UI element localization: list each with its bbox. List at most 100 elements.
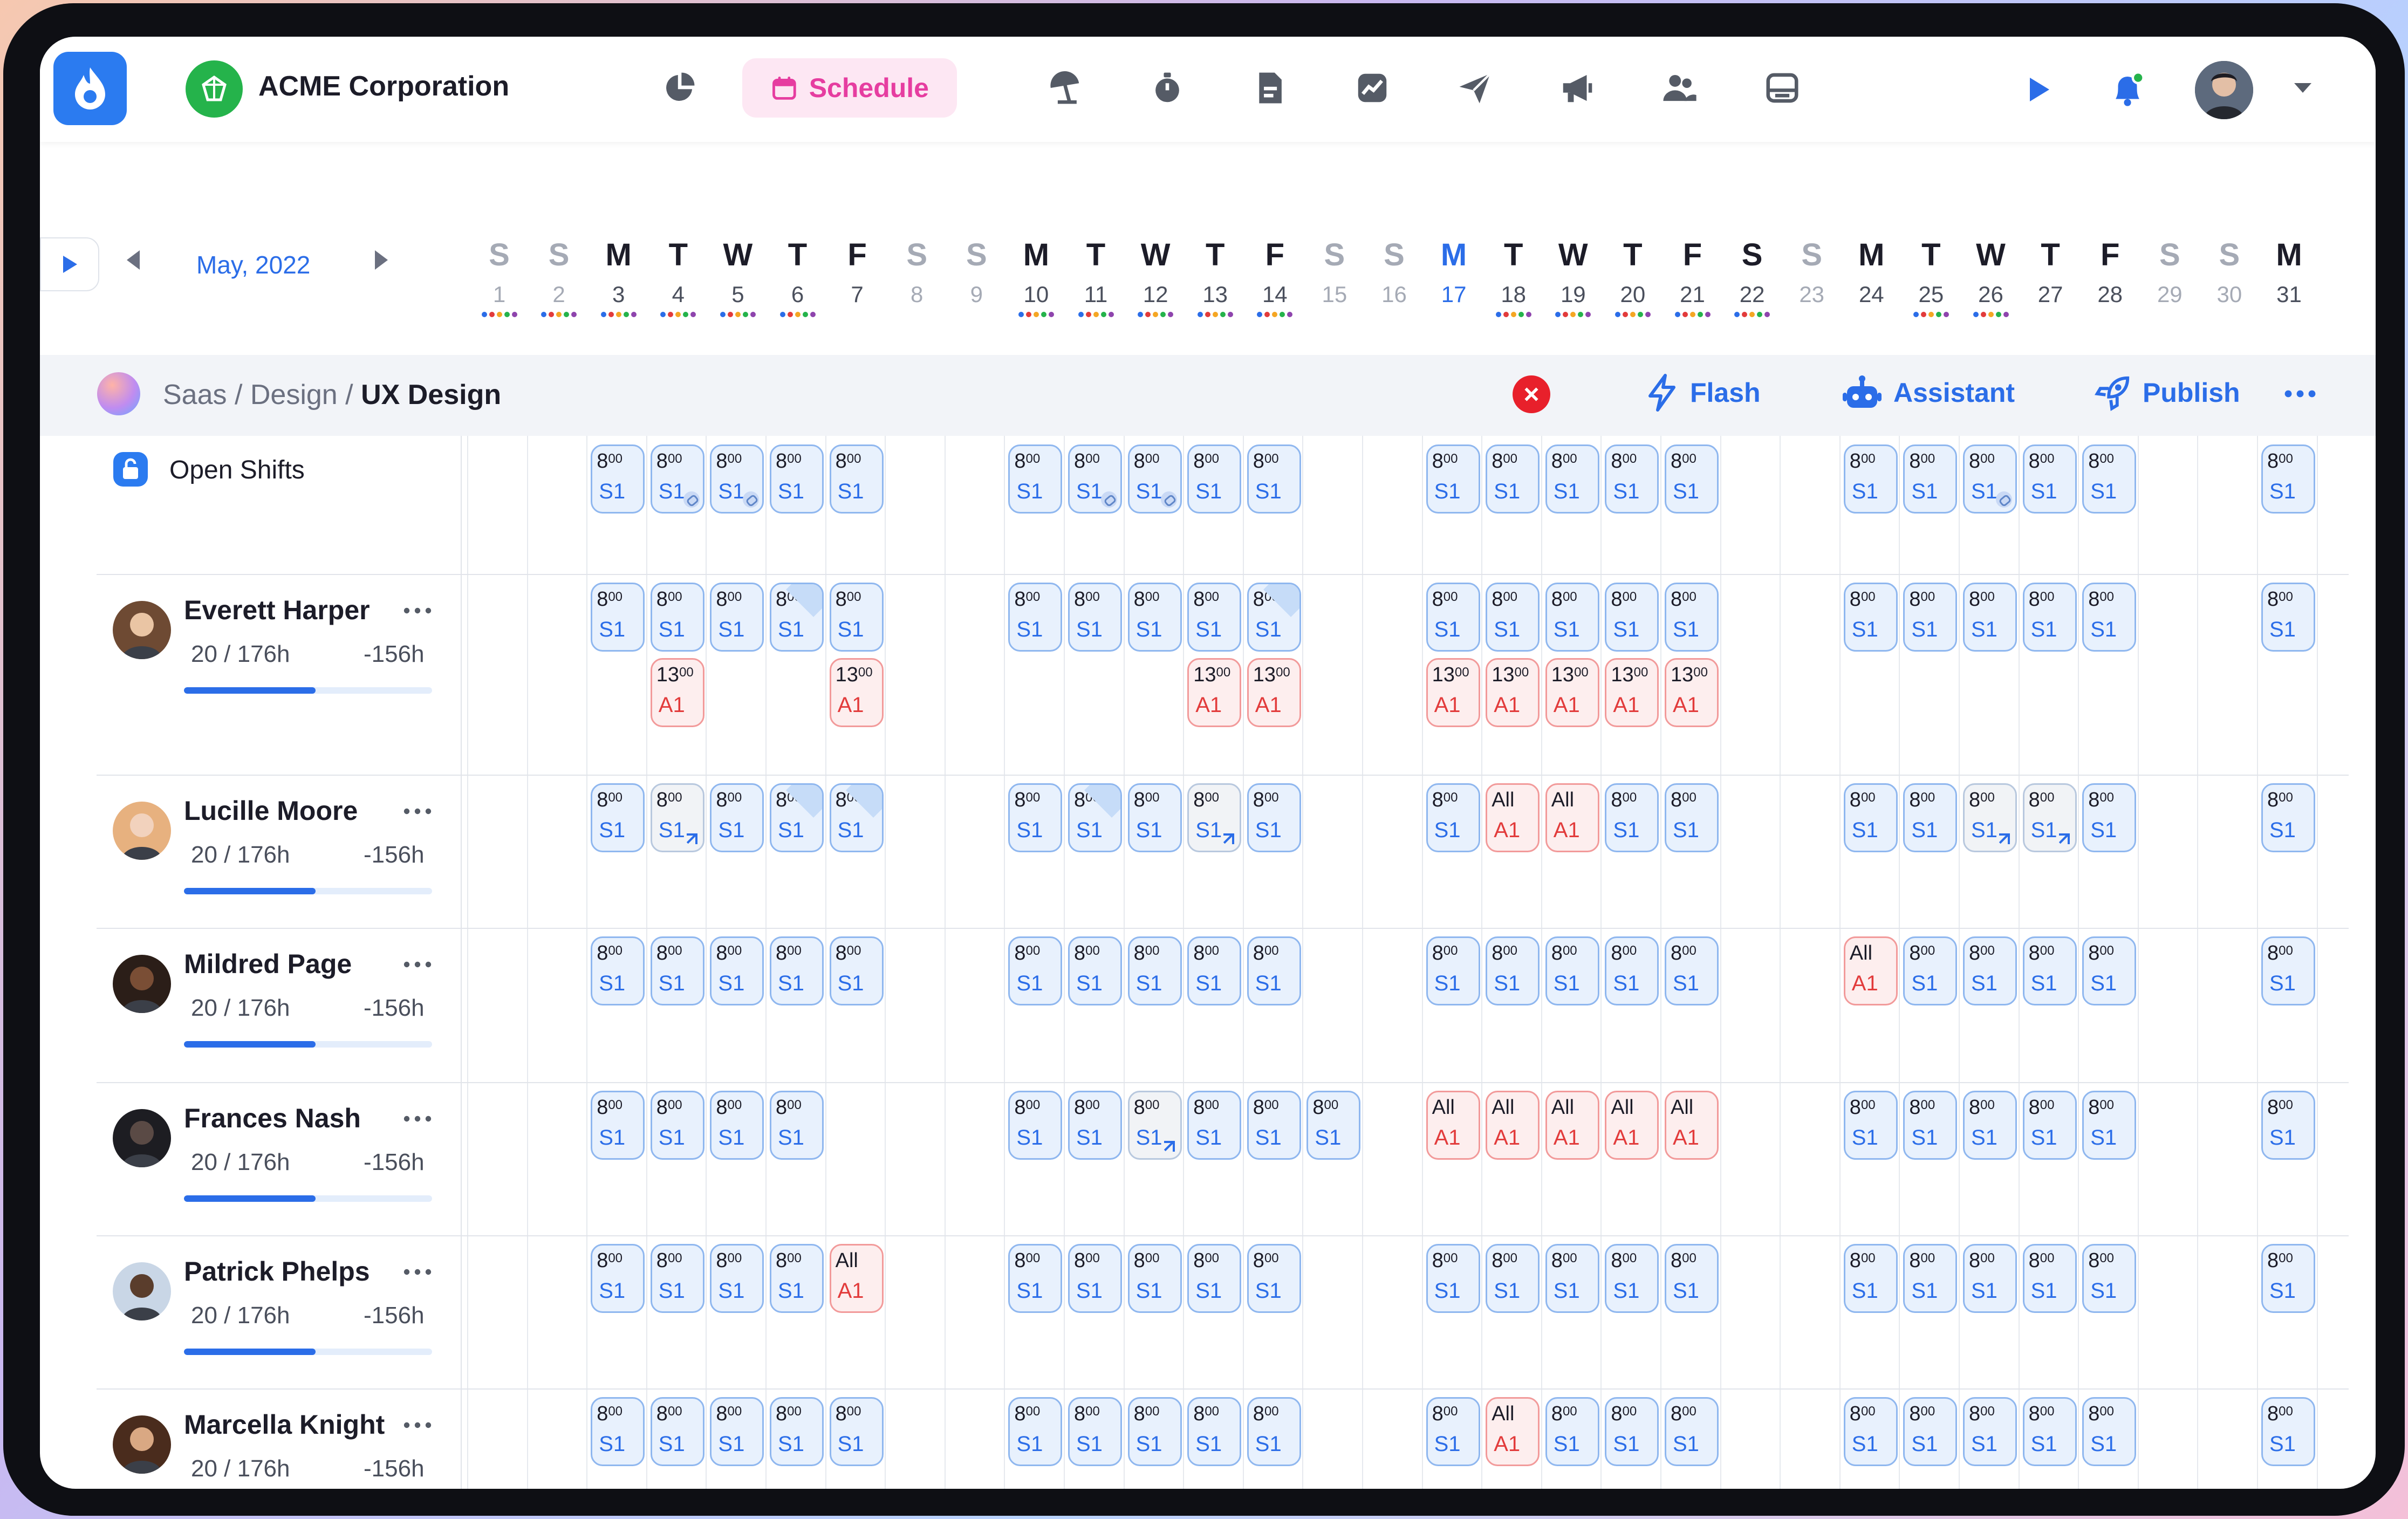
shift-card[interactable]: 800 S1 xyxy=(1127,1091,1182,1160)
shift-card[interactable]: 800 S1 xyxy=(2082,1244,2137,1313)
employee-name[interactable]: Marcella Knight xyxy=(184,1409,385,1440)
day-column-header[interactable]: S8 xyxy=(887,236,947,319)
shift-card[interactable]: 800 S1 xyxy=(2022,783,2077,852)
shift-card[interactable]: 800 S1 xyxy=(650,936,704,1005)
day-column-header[interactable]: M 31 xyxy=(2259,236,2319,319)
shift-card[interactable]: 800 S1 xyxy=(591,1397,645,1466)
shift-card[interactable]: 800 S1 xyxy=(1903,936,1958,1005)
shift-card[interactable]: 800 S1 xyxy=(1127,1397,1182,1466)
shift-card[interactable]: 800 S1 xyxy=(770,936,824,1005)
shift-card[interactable]: 800 S1 xyxy=(1903,783,1958,852)
shift-card[interactable]: 800 S1 xyxy=(829,1397,884,1466)
shift-card[interactable]: 800 S1 xyxy=(1426,1397,1480,1466)
shift-card[interactable]: 800 S1 xyxy=(1545,1397,1599,1466)
shift-card[interactable]: 800 S1 xyxy=(1903,444,1958,514)
day-column-header[interactable]: F 14 xyxy=(1245,236,1305,319)
previous-month-button[interactable] xyxy=(124,248,143,275)
shift-card[interactable]: 800 S1 xyxy=(2261,1397,2315,1466)
shift-card[interactable]: 800 S1 xyxy=(1843,1244,1898,1313)
nav-team[interactable] xyxy=(1650,58,1709,118)
shift-card[interactable]: 800 S1 xyxy=(591,444,645,514)
shift-card[interactable]: 800 S1 xyxy=(710,783,764,852)
shift-card[interactable]: 800 S1 xyxy=(1247,444,1301,514)
shift-card[interactable]: 800 S1 xyxy=(1426,583,1480,652)
employee-avatar[interactable] xyxy=(113,1415,171,1474)
shift-card[interactable]: 800 S1 xyxy=(710,1091,764,1160)
shift-card[interactable]: 800 S1 xyxy=(1605,1244,1659,1313)
day-column-header[interactable]: S 23 xyxy=(1782,236,1842,319)
shift-card[interactable]: 1300 A1 xyxy=(829,658,884,727)
day-column-header[interactable]: T 27 xyxy=(2021,236,2081,319)
shift-card[interactable]: 800 S1 xyxy=(1843,783,1898,852)
shift-card[interactable]: 800 S1 xyxy=(710,1244,764,1313)
shift-card[interactable]: 800 S1 xyxy=(1486,936,1540,1005)
shift-card[interactable]: 800 S1 xyxy=(1187,783,1242,852)
day-column-header[interactable]: T 18 xyxy=(1483,236,1543,319)
breadcrumb[interactable]: Saas / Design / UX Design xyxy=(163,379,501,411)
shift-card[interactable]: All A1 xyxy=(1545,783,1599,852)
shift-card[interactable]: 800 S1 xyxy=(2261,1091,2315,1160)
shift-card[interactable]: 800 S1 xyxy=(1963,936,2017,1005)
day-column-header[interactable]: W5 xyxy=(708,236,768,319)
day-column-header[interactable]: W 26 xyxy=(1961,236,2021,319)
shift-card[interactable]: 800 S1 xyxy=(1545,936,1599,1005)
shift-card[interactable]: 800 S1 xyxy=(1903,1397,1958,1466)
day-column-header[interactable]: T 25 xyxy=(1901,236,1961,319)
shift-card[interactable]: 800 S1 xyxy=(770,444,824,514)
user-avatar[interactable] xyxy=(2195,61,2253,119)
shift-card[interactable]: 800 S1 xyxy=(650,583,704,652)
shift-card[interactable]: 800 S1 xyxy=(1426,444,1480,514)
notifications-bell-icon[interactable] xyxy=(2101,63,2154,117)
assistant-button[interactable]: Assistant xyxy=(1842,371,2015,414)
shift-card[interactable]: 800 S1 xyxy=(1127,936,1182,1005)
shift-card[interactable]: 800 S1 xyxy=(2022,1091,2077,1160)
employee-more-icon[interactable] xyxy=(396,600,439,621)
shift-card[interactable]: 800 S1 xyxy=(2082,783,2137,852)
employee-more-icon[interactable] xyxy=(396,954,439,975)
shift-card[interactable]: 1300 A1 xyxy=(1486,658,1540,727)
shift-card[interactable]: 800 S1 xyxy=(2261,444,2315,514)
employee-more-icon[interactable] xyxy=(396,1108,439,1130)
shift-card[interactable]: 800 S1 xyxy=(2082,936,2137,1005)
shift-card[interactable]: 800 S1 xyxy=(1963,444,2017,514)
shift-card[interactable]: 800 S1 xyxy=(1247,1244,1301,1313)
shift-card[interactable]: 800 S1 xyxy=(1963,1244,2017,1313)
shift-card[interactable]: 800 S1 xyxy=(1903,583,1958,652)
shift-card[interactable]: 800 S1 xyxy=(1008,1397,1063,1466)
shift-card[interactable]: 800 S1 xyxy=(650,444,704,514)
shift-card[interactable]: 800 S1 xyxy=(2022,1397,2077,1466)
shift-card[interactable]: 800 S1 xyxy=(1843,444,1898,514)
nav-documents[interactable] xyxy=(1240,58,1299,118)
day-column-header[interactable]: W 12 xyxy=(1126,236,1186,319)
shift-card[interactable]: 800 S1 xyxy=(1068,1397,1122,1466)
sidebar-toggle-button[interactable] xyxy=(40,237,99,291)
day-column-header[interactable]: M 17 xyxy=(1424,236,1484,319)
shift-card[interactable]: 800 S1 xyxy=(1426,783,1480,852)
employee-name[interactable]: Everett Harper xyxy=(184,594,370,626)
shift-card[interactable]: 800 S1 xyxy=(1187,936,1242,1005)
shift-card[interactable]: 1300 A1 xyxy=(1665,658,1719,727)
shift-card[interactable]: 800 S1 xyxy=(1903,1091,1958,1160)
shift-card[interactable]: 800 S1 xyxy=(1068,444,1122,514)
shift-card[interactable]: 800 S1 xyxy=(1127,1244,1182,1313)
shift-card[interactable]: 800 S1 xyxy=(770,1397,824,1466)
shift-card[interactable]: 800 S1 xyxy=(1127,444,1182,514)
shift-card[interactable]: 800 S1 xyxy=(1068,583,1122,652)
shift-card[interactable]: 800 S1 xyxy=(650,1091,704,1160)
flash-button[interactable]: Flash xyxy=(1645,371,1761,414)
shift-card[interactable]: 800 S1 xyxy=(1665,1244,1719,1313)
shift-card[interactable]: 800 S1 xyxy=(1486,444,1540,514)
nav-schedule[interactable]: Schedule xyxy=(742,58,957,118)
shift-card[interactable]: 800 S1 xyxy=(1486,1244,1540,1313)
shift-card[interactable]: 800 S1 xyxy=(1545,583,1599,652)
shift-card[interactable]: 800 S1 xyxy=(2082,1397,2137,1466)
play-icon[interactable] xyxy=(2012,63,2065,117)
shift-card[interactable]: 800 S1 xyxy=(1247,936,1301,1005)
shift-card[interactable]: 800 S1 xyxy=(1247,583,1301,652)
shift-card[interactable]: 800 S1 xyxy=(1306,1091,1361,1160)
employee-more-icon[interactable] xyxy=(396,1414,439,1436)
shift-card[interactable]: 800 S1 xyxy=(1008,1244,1063,1313)
employee-avatar[interactable] xyxy=(113,955,171,1013)
shift-card[interactable]: All A1 xyxy=(1665,1091,1719,1160)
clear-filter-button[interactable] xyxy=(1513,375,1550,413)
